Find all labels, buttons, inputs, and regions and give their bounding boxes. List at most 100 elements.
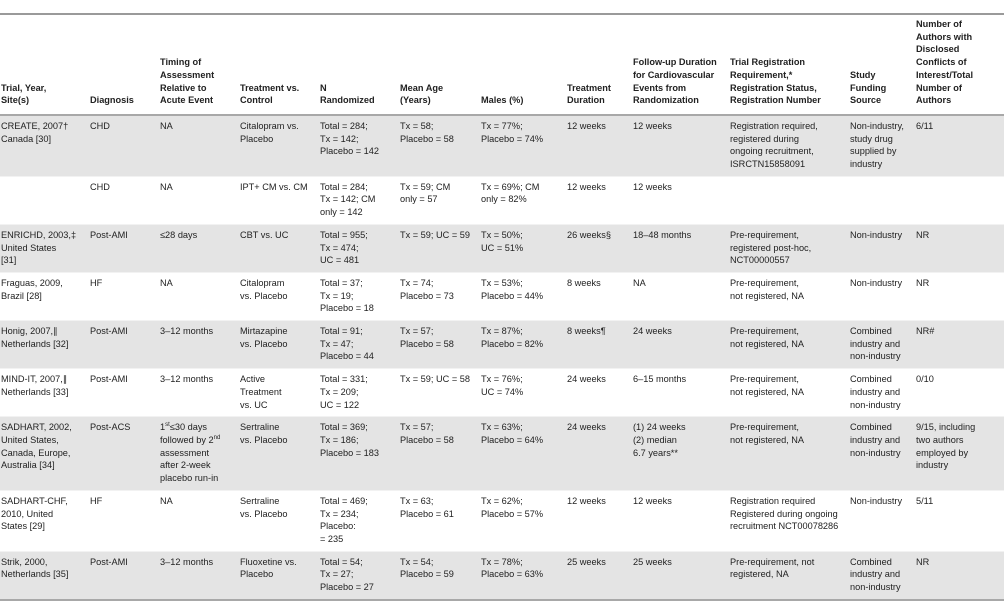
cell-diagnosis: CHD — [89, 176, 159, 225]
cell-trial: ENRICHD, 2003,‡ United States [31] — [0, 224, 89, 273]
cell-follow-up: NA — [632, 272, 729, 322]
cell-treatment: Mirtazapine vs. Placebo — [239, 320, 319, 370]
cell-treatment-duration: 8 weeks — [566, 272, 632, 322]
cell-registration: Pre-requirement, not registered, NA — [729, 368, 849, 418]
table-row: Strik, 2000, Netherlands [35] Post-AMI 3–1… — [0, 551, 1004, 601]
cell-funding: Non-industry, study drug supplied by ind… — [849, 114, 915, 177]
cell-registration: Registration required, registered during… — [729, 114, 849, 177]
cell-n-randomized: Total = 331; Tx = 209; UC = 122 — [319, 368, 399, 418]
cell-males: Tx = 69%; CM only = 82% — [480, 176, 566, 225]
header-diagnosis: Diagnosis — [89, 15, 159, 116]
cell-funding: Non-industry — [849, 224, 915, 273]
cell-males: Tx = 50%; UC = 51% — [480, 224, 566, 273]
cell-follow-up: (1) 24 weeks (2) median 6.7 years** — [632, 416, 729, 491]
cell-diagnosis: Post-AMI — [89, 224, 159, 273]
cell-timing: NA — [159, 272, 239, 322]
cell-funding: Combined industry and non-industry — [849, 320, 915, 370]
table-row: Honig, 2007,∥ Netherlands [32] Post-AMI 3–… — [0, 320, 1004, 370]
table-body: CREATE, 2007† Canada [30] CHD NA Citalopram… — [0, 114, 1004, 601]
table-row: SADHART-CHF, 2010, United States [29] HF N… — [0, 490, 1004, 552]
cell-trial — [0, 176, 89, 225]
cell-timing: 1st≤30 days followed by 2nd assessment a… — [159, 416, 239, 491]
cell-diagnosis: CHD — [89, 114, 159, 177]
cell-mean-age: Tx = 59; UC = 58 — [399, 368, 480, 418]
table-row: SADHART, 2002, United States, Canada, Eu… — [0, 416, 1004, 491]
cell-trial: Fraguas, 2009, Brazil [28] — [0, 272, 89, 322]
cell-diagnosis: Post-ACS — [89, 416, 159, 491]
cell-conflicts: NR — [915, 224, 1004, 273]
cell-trial: SADHART, 2002, United States, Canada, Eu… — [0, 416, 89, 491]
cell-diagnosis: Post-AMI — [89, 368, 159, 418]
cell-registration: Pre-requirement, not registered, NA — [729, 416, 849, 491]
cell-conflicts — [915, 176, 1004, 225]
cell-treatment: Fluoxetine vs. Placebo — [239, 551, 319, 601]
cell-diagnosis: Post-AMI — [89, 551, 159, 601]
table-row: Fraguas, 2009, Brazil [28] HF NA Citalopram… — [0, 272, 1004, 322]
cell-funding: Non-industry — [849, 272, 915, 322]
cell-mean-age: Tx = 57; Placebo = 58 — [399, 416, 480, 491]
cell-treatment-duration: 26 weeks§ — [566, 224, 632, 273]
cell-treatment-duration: 25 weeks — [566, 551, 632, 601]
header-mean-age: Mean Age (Years) — [399, 15, 480, 116]
header-conflicts: Number of Authors with Disclosed Conflic… — [915, 15, 1004, 116]
cell-registration — [729, 176, 849, 225]
header-treatment-duration: Treatment Duration — [566, 15, 632, 116]
cell-conflicts: NR# — [915, 320, 1004, 370]
cell-timing: 3–12 months — [159, 320, 239, 370]
cell-timing: NA — [159, 114, 239, 177]
cell-follow-up: 12 weeks — [632, 176, 729, 225]
cell-treatment: Citalopram vs. Placebo — [239, 114, 319, 177]
table-row: MIND-IT, 2007,∥ Netherlands [33] Post-AMI… — [0, 368, 1004, 418]
cell-treatment-duration: 12 weeks — [566, 490, 632, 552]
cell-trial: Honig, 2007,∥ Netherlands [32] — [0, 320, 89, 370]
cell-treatment: CBT vs. UC — [239, 224, 319, 273]
superscript: st — [165, 422, 170, 429]
cell-trial: MIND-IT, 2007,∥ Netherlands [33] — [0, 368, 89, 418]
cell-conflicts: NR — [915, 272, 1004, 322]
cell-funding: Combined industry and non-industry — [849, 551, 915, 601]
cell-timing: 3–12 months — [159, 368, 239, 418]
header-males: Males (%) — [480, 15, 566, 116]
cell-males: Tx = 62%; Placebo = 57% — [480, 490, 566, 552]
trials-table: Trial, Year, Site(s) Diagnosis Timing of A… — [0, 15, 1004, 601]
header-follow-up: Follow-up Duration for Cardiovascular Ev… — [632, 15, 729, 116]
cell-n-randomized: Total = 91; Tx = 47; Placebo = 44 — [319, 320, 399, 370]
cell-timing: NA — [159, 176, 239, 225]
header-trial: Trial, Year, Site(s) — [0, 15, 89, 116]
cell-conflicts: 9/15, including two authors employed by … — [915, 416, 1004, 491]
cell-trial: Strik, 2000, Netherlands [35] — [0, 551, 89, 601]
table-row: CREATE, 2007† Canada [30] CHD NA Citalopram… — [0, 114, 1004, 177]
cell-treatment-duration: 12 weeks — [566, 176, 632, 225]
cell-registration: Pre-requirement, registered post-hoc, NC… — [729, 224, 849, 273]
cell-registration: Pre-requirement, not registered, NA — [729, 320, 849, 370]
cell-funding — [849, 176, 915, 225]
table-row: ENRICHD, 2003,‡ United States [31] Post-A… — [0, 224, 1004, 273]
cell-treatment-duration: 12 weeks — [566, 114, 632, 177]
cell-trial: SADHART-CHF, 2010, United States [29] — [0, 490, 89, 552]
cell-funding: Combined industry and non-industry — [849, 368, 915, 418]
cell-timing: 3–12 months — [159, 551, 239, 601]
header-n-randomized: N Randomized — [319, 15, 399, 116]
cell-timing: NA — [159, 490, 239, 552]
cell-diagnosis: HF — [89, 272, 159, 322]
cell-males: Tx = 63%; Placebo = 64% — [480, 416, 566, 491]
cell-diagnosis: Post-AMI — [89, 320, 159, 370]
cell-registration: Pre-requirement, not registered, NA — [729, 272, 849, 322]
cell-follow-up: 12 weeks — [632, 490, 729, 552]
cell-treatment: Sertraline vs. Placebo — [239, 416, 319, 491]
cell-n-randomized: Total = 37; Tx = 19; Placebo = 18 — [319, 272, 399, 322]
cell-registration: Pre-requirement, not registered, NA — [729, 551, 849, 601]
cell-follow-up: 24 weeks — [632, 320, 729, 370]
cell-males: Tx = 76%; UC = 74% — [480, 368, 566, 418]
cell-mean-age: Tx = 54; Placebo = 59 — [399, 551, 480, 601]
cell-n-randomized: Total = 54; Tx = 27; Placebo = 27 — [319, 551, 399, 601]
cell-mean-age: Tx = 57; Placebo = 58 — [399, 320, 480, 370]
cell-registration: Registration required Registered during … — [729, 490, 849, 552]
cell-males: Tx = 87%; Placebo = 82% — [480, 320, 566, 370]
cell-n-randomized: Total = 369; Tx = 186; Placebo = 183 — [319, 416, 399, 491]
cell-funding: Combined industry and non-industry — [849, 416, 915, 491]
header-timing: Timing of Assessment Relative to Acute E… — [159, 15, 239, 116]
cell-mean-age: Tx = 58; Placebo = 58 — [399, 114, 480, 177]
cell-mean-age: Tx = 63; Placebo = 61 — [399, 490, 480, 552]
cell-trial: CREATE, 2007† Canada [30] — [0, 114, 89, 177]
